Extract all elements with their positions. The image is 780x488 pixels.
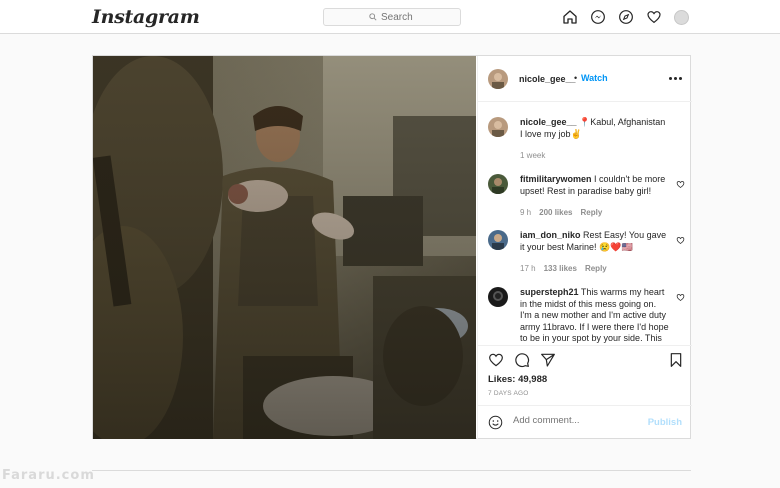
comment-time: 17 h — [520, 264, 536, 273]
commenter-avatar[interactable] — [488, 174, 508, 194]
commenter-avatar[interactable] — [488, 287, 508, 307]
like-comment-heart-icon[interactable] — [676, 236, 685, 245]
caption-meta: 1 week — [520, 151, 545, 160]
post-actions: Likes: 49,988 7 DAYS AGO — [478, 345, 692, 405]
search-input[interactable] — [381, 11, 415, 23]
comment-username[interactable]: iam_don_niko — [520, 230, 581, 240]
publish-button[interactable]: Publish — [648, 417, 682, 428]
caption-username[interactable]: nicole_gee__ — [520, 117, 577, 127]
comment-username[interactable]: supersteph21 — [520, 287, 579, 297]
watermark: Fararu.com — [2, 468, 95, 483]
reply-button[interactable]: Reply — [581, 208, 603, 217]
search-icon — [369, 13, 377, 21]
comment-likes[interactable]: 200 likes — [539, 208, 572, 217]
comment-meta: 17 h 133 likes Reply — [520, 264, 607, 273]
more-options-icon[interactable] — [669, 77, 682, 80]
photo-scene — [93, 56, 476, 439]
separator-dot: • — [574, 73, 578, 83]
caption-body: nicole_gee__ 📍Kabul, Afghanistan I love … — [520, 117, 670, 140]
save-bookmark-icon[interactable] — [668, 352, 684, 368]
comment-body: iam_don_niko Rest Easy! You gave it your… — [520, 230, 670, 253]
author-username[interactable]: nicole_gee__ — [519, 74, 576, 84]
like-comment-heart-icon[interactable] — [676, 293, 685, 302]
like-heart-icon[interactable] — [488, 352, 504, 368]
comment-input[interactable] — [513, 415, 633, 426]
home-icon[interactable] — [562, 9, 578, 25]
activity-heart-icon[interactable] — [646, 9, 662, 25]
caption-time: 1 week — [520, 151, 546, 160]
comment-likes[interactable]: 133 likes — [544, 264, 577, 273]
likes-count[interactable]: Likes: 49,988 — [488, 374, 547, 385]
explore-compass-icon[interactable] — [618, 9, 634, 25]
comment-meta: 9 h 200 likes Reply — [520, 208, 602, 217]
action-icons — [488, 352, 556, 368]
post-header: nicole_gee__ • Watch — [478, 56, 692, 102]
watch-button[interactable]: Watch — [581, 73, 608, 83]
messenger-icon[interactable] — [590, 9, 606, 25]
comment-time: 9 h — [520, 208, 532, 217]
caption-avatar[interactable] — [488, 117, 508, 137]
share-plane-icon[interactable] — [540, 352, 556, 368]
add-comment-bar: Publish — [478, 405, 692, 439]
top-navigation-bar: Instagram — [0, 0, 780, 34]
post-sidebar: nicole_gee__ • Watch nicole_gee__ 📍Kabul… — [477, 56, 692, 439]
comment-body: fitmilitarywomen I couldn't be more upse… — [520, 174, 670, 197]
comment-body: supersteph21 This warms my heart in the … — [520, 287, 670, 344]
post-card: nicole_gee__ • Watch nicole_gee__ 📍Kabul… — [92, 55, 692, 439]
emoji-icon[interactable] — [488, 415, 503, 430]
comment-bubble-icon[interactable] — [514, 352, 530, 368]
comments-list[interactable]: nicole_gee__ 📍Kabul, Afghanistan I love … — [478, 103, 692, 344]
commenter-avatar[interactable] — [488, 230, 508, 250]
search-box[interactable] — [323, 8, 461, 26]
reply-button[interactable]: Reply — [585, 264, 607, 273]
page-divider — [92, 470, 691, 471]
posted-time: 7 DAYS AGO — [488, 390, 529, 397]
like-comment-heart-icon[interactable] — [676, 180, 685, 189]
instagram-logo[interactable]: Instagram — [92, 6, 200, 28]
comment-username[interactable]: fitmilitarywomen — [520, 174, 592, 184]
profile-avatar[interactable] — [674, 9, 689, 25]
nav-icons — [562, 9, 689, 25]
author-avatar[interactable] — [488, 69, 508, 89]
post-photo[interactable] — [93, 56, 476, 439]
